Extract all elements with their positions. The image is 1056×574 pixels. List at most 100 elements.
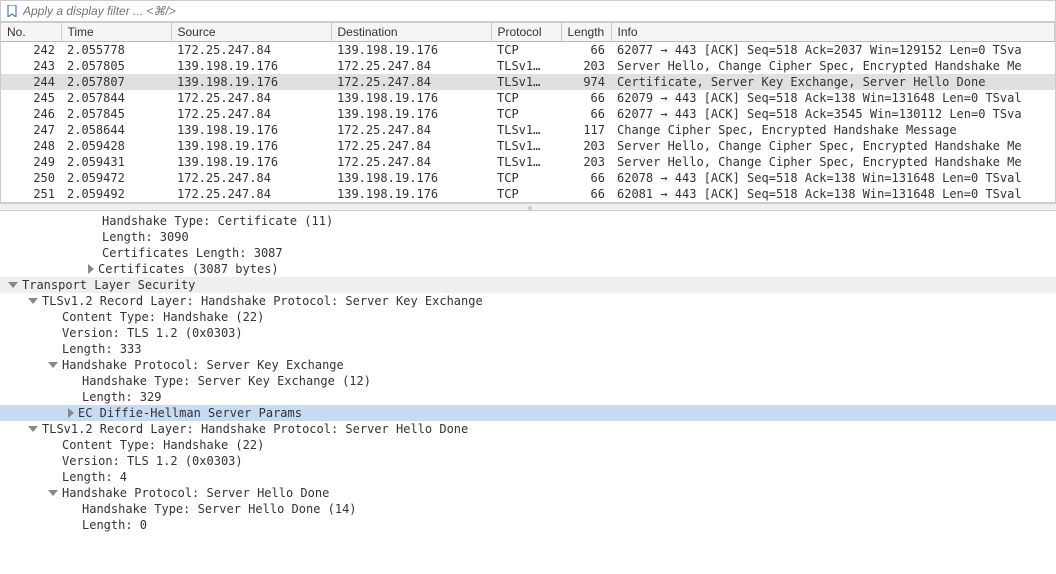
detail-line[interactable]: Handshake Protocol: Server Key Exchange [0, 357, 1056, 373]
table-row[interactable]: 2482.059428139.198.19.176172.25.247.84TL… [1, 138, 1055, 154]
detail-text: Transport Layer Security [22, 278, 195, 292]
display-filter-input[interactable] [23, 4, 1051, 18]
cell: 172.25.247.84 [331, 58, 491, 74]
table-row[interactable]: 2452.057844172.25.247.84139.198.19.176TC… [1, 90, 1055, 106]
packet-details-pane[interactable]: Handshake Type: Certificate (11)Length: … [0, 211, 1056, 535]
detail-line[interactable]: Length: 333 [0, 341, 1056, 357]
cell: 172.25.247.84 [171, 42, 331, 59]
detail-line[interactable]: Certificates Length: 3087 [0, 245, 1056, 261]
detail-line[interactable]: Version: TLS 1.2 (0x0303) [0, 325, 1056, 341]
pane-divider[interactable] [0, 203, 1056, 211]
cell: TLSv1… [491, 154, 561, 170]
bookmark-icon[interactable] [5, 4, 19, 18]
cell: 2.057845 [61, 106, 171, 122]
cell: 139.198.19.176 [331, 42, 491, 59]
cell: 172.25.247.84 [171, 106, 331, 122]
detail-line[interactable]: Length: 329 [0, 389, 1056, 405]
cell: 139.198.19.176 [331, 170, 491, 186]
cell: 139.198.19.176 [171, 138, 331, 154]
col-destination[interactable]: Destination [331, 23, 491, 42]
detail-line[interactable]: Version: TLS 1.2 (0x0303) [0, 453, 1056, 469]
cell: 139.198.19.176 [331, 186, 491, 202]
detail-text: Content Type: Handshake (22) [62, 310, 264, 324]
cell: Server Hello, Change Cipher Spec, Encryp… [611, 58, 1055, 74]
chevron-down-icon[interactable] [8, 282, 18, 288]
detail-line[interactable]: Length: 4 [0, 469, 1056, 485]
table-row[interactable]: 2442.057807139.198.19.176172.25.247.84TL… [1, 74, 1055, 90]
packet-header-row[interactable]: No. Time Source Destination Protocol Len… [1, 23, 1055, 42]
detail-line[interactable]: Handshake Protocol: Server Hello Done [0, 485, 1056, 501]
table-row[interactable]: 2462.057845172.25.247.84139.198.19.176TC… [1, 106, 1055, 122]
cell: 242 [1, 42, 61, 59]
detail-line[interactable]: Handshake Type: Server Key Exchange (12) [0, 373, 1056, 389]
cell: 974 [561, 74, 611, 90]
cell: 139.198.19.176 [331, 90, 491, 106]
table-row[interactable]: 2492.059431139.198.19.176172.25.247.84TL… [1, 154, 1055, 170]
detail-line[interactable]: EC Diffie-Hellman Server Params [0, 405, 1056, 421]
detail-line[interactable]: Handshake Type: Server Hello Done (14) [0, 501, 1056, 517]
cell: 66 [561, 90, 611, 106]
chevron-down-icon[interactable] [28, 426, 38, 432]
detail-text: Handshake Protocol: Server Key Exchange [62, 358, 344, 372]
chevron-down-icon[interactable] [48, 362, 58, 368]
detail-line[interactable]: Certificates (3087 bytes) [0, 261, 1056, 277]
table-row[interactable]: 2432.057805139.198.19.176172.25.247.84TL… [1, 58, 1055, 74]
cell: 66 [561, 42, 611, 59]
col-no[interactable]: No. [1, 23, 61, 42]
cell: TCP [491, 42, 561, 59]
table-row[interactable]: 2422.055778172.25.247.84139.198.19.176TC… [1, 42, 1055, 59]
cell: 248 [1, 138, 61, 154]
detail-line[interactable]: Content Type: Handshake (22) [0, 437, 1056, 453]
cell: TLSv1… [491, 74, 561, 90]
detail-line[interactable]: Handshake Type: Certificate (11) [0, 213, 1056, 229]
chevron-right-icon[interactable] [88, 264, 94, 274]
detail-line[interactable]: Length: 3090 [0, 229, 1056, 245]
detail-text: Handshake Type: Server Hello Done (14) [82, 502, 357, 516]
cell: TCP [491, 170, 561, 186]
cell: 62081 → 443 [ACK] Seq=518 Ack=138 Win=13… [611, 186, 1055, 202]
cell: 203 [561, 154, 611, 170]
cell: 2.057807 [61, 74, 171, 90]
col-info[interactable]: Info [611, 23, 1055, 42]
cell: 2.057844 [61, 90, 171, 106]
detail-line[interactable]: TLSv1.2 Record Layer: Handshake Protocol… [0, 421, 1056, 437]
col-length[interactable]: Length [561, 23, 611, 42]
chevron-right-icon[interactable] [68, 408, 74, 418]
table-row[interactable]: 2502.059472172.25.247.84139.198.19.176TC… [1, 170, 1055, 186]
cell: 172.25.247.84 [331, 74, 491, 90]
cell: 139.198.19.176 [171, 122, 331, 138]
detail-text: TLSv1.2 Record Layer: Handshake Protocol… [42, 422, 468, 436]
cell: 139.198.19.176 [171, 74, 331, 90]
cell: 2.059472 [61, 170, 171, 186]
detail-text: Handshake Type: Server Key Exchange (12) [82, 374, 371, 388]
cell: 139.198.19.176 [171, 58, 331, 74]
detail-line[interactable]: Transport Layer Security [0, 277, 1056, 293]
cell: 139.198.19.176 [171, 154, 331, 170]
cell: 62079 → 443 [ACK] Seq=518 Ack=138 Win=13… [611, 90, 1055, 106]
cell: 2.059431 [61, 154, 171, 170]
cell: 66 [561, 186, 611, 202]
cell: 2.057805 [61, 58, 171, 74]
col-protocol[interactable]: Protocol [491, 23, 561, 42]
table-row[interactable]: 2472.058644139.198.19.176172.25.247.84TL… [1, 122, 1055, 138]
cell: 172.25.247.84 [331, 122, 491, 138]
detail-text: Content Type: Handshake (22) [62, 438, 264, 452]
packet-table[interactable]: No. Time Source Destination Protocol Len… [1, 23, 1055, 202]
cell: TLSv1… [491, 138, 561, 154]
cell: 62077 → 443 [ACK] Seq=518 Ack=2037 Win=1… [611, 42, 1055, 59]
detail-line[interactable]: Content Type: Handshake (22) [0, 309, 1056, 325]
display-filter-bar[interactable] [0, 0, 1056, 22]
cell: 172.25.247.84 [331, 154, 491, 170]
detail-line[interactable]: Length: 0 [0, 517, 1056, 533]
cell: 62078 → 443 [ACK] Seq=518 Ack=138 Win=13… [611, 170, 1055, 186]
detail-text: Length: 0 [82, 518, 147, 532]
col-source[interactable]: Source [171, 23, 331, 42]
col-time[interactable]: Time [61, 23, 171, 42]
table-row[interactable]: 2512.059492172.25.247.84139.198.19.176TC… [1, 186, 1055, 202]
detail-line[interactable]: TLSv1.2 Record Layer: Handshake Protocol… [0, 293, 1056, 309]
chevron-down-icon[interactable] [48, 490, 58, 496]
cell: 172.25.247.84 [331, 138, 491, 154]
cell: Change Cipher Spec, Encrypted Handshake … [611, 122, 1055, 138]
cell: TLSv1… [491, 122, 561, 138]
chevron-down-icon[interactable] [28, 298, 38, 304]
